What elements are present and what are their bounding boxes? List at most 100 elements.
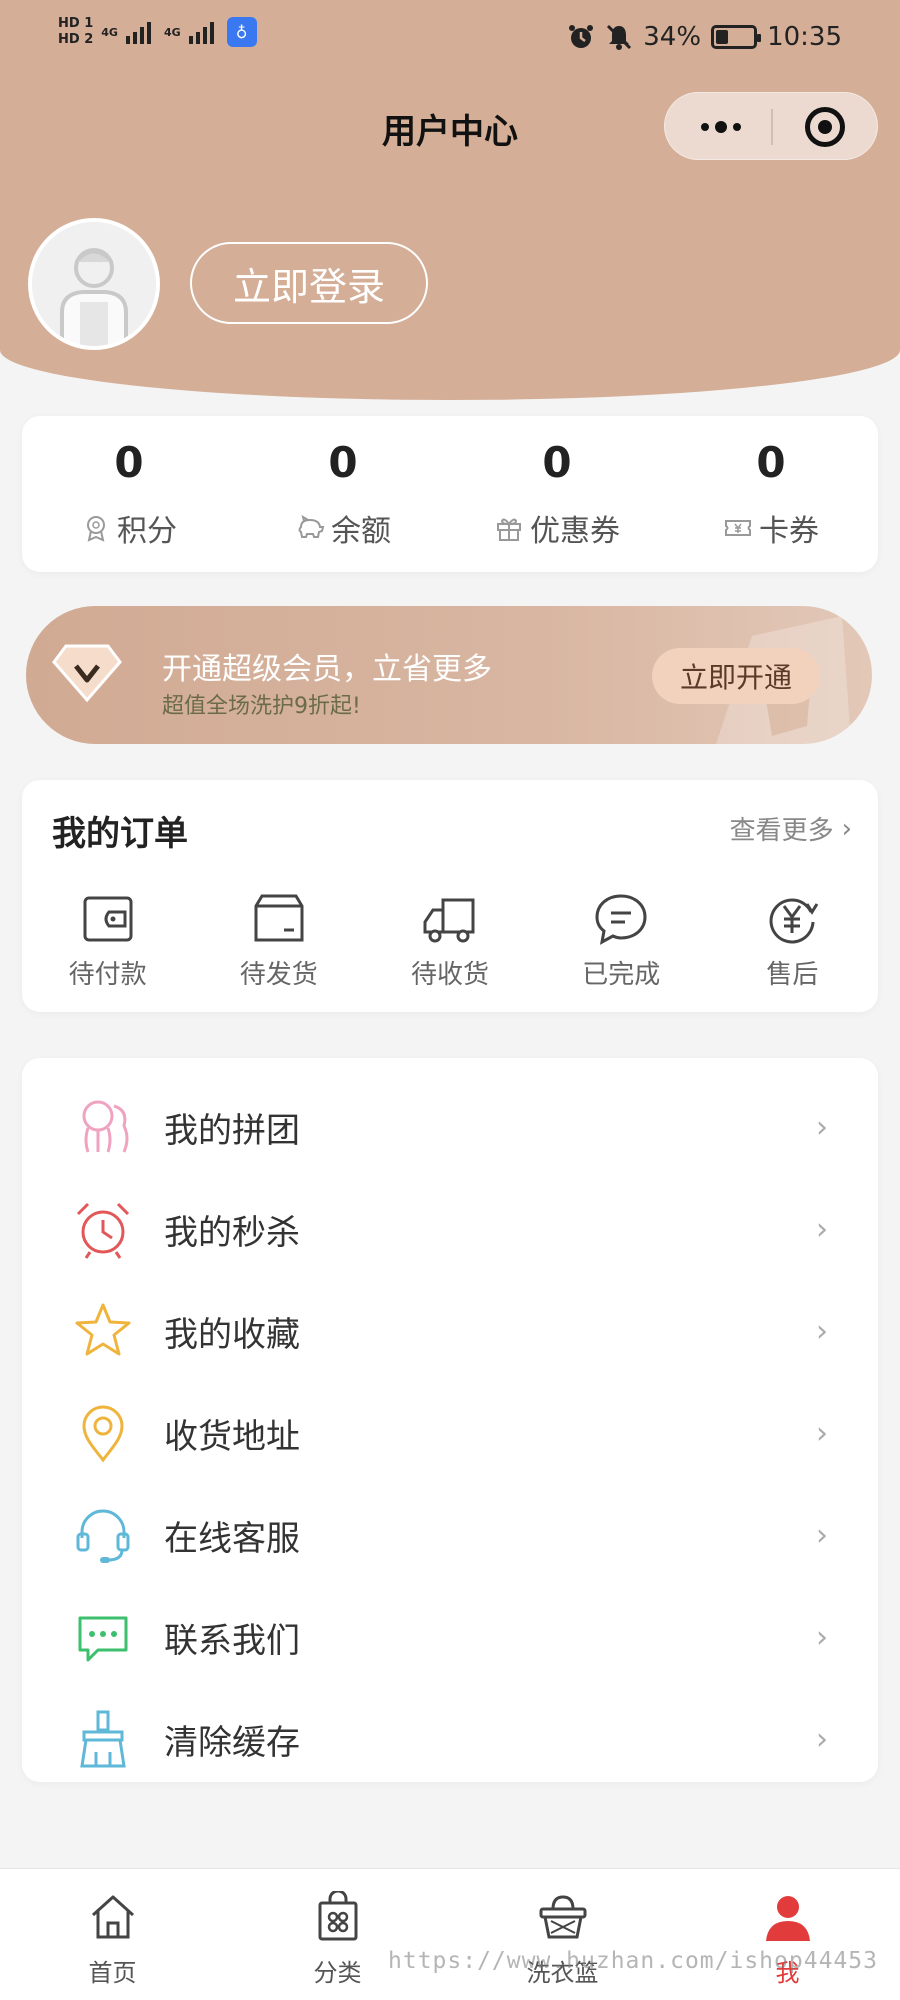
order-status-label: 待付款 <box>68 960 147 990</box>
tab-me[interactable]: 我 <box>675 1869 900 2000</box>
chevron-right-icon: › <box>816 1313 828 1349</box>
location-pin-icon <box>82 1405 124 1463</box>
vip-title: 开通超级会员，立省更多 <box>162 652 492 687</box>
order-pending-shipment[interactable]: 待发货 <box>193 890 364 991</box>
stat-label-row: 卡券 <box>723 506 819 550</box>
category-bag-icon <box>318 1891 357 1941</box>
tab-category[interactable]: 分类 <box>225 1869 450 2000</box>
group-icon <box>82 1100 129 1153</box>
order-status-label: 已完成 <box>582 960 661 990</box>
stat-label: 卡券 <box>759 514 819 549</box>
clock-time: 10:35 <box>767 22 842 52</box>
tab-home[interactable]: 首页 <box>0 1869 225 2000</box>
headset-icon <box>76 1509 130 1563</box>
menu-label: 我的拼团 <box>164 1110 300 1151</box>
gift-icon <box>497 518 521 541</box>
view-more-label: 查看更多 <box>729 816 834 846</box>
stat-value: 0 <box>542 438 572 487</box>
hd2-label: HD 2 <box>58 32 94 47</box>
menu-label: 联系我们 <box>164 1620 300 1661</box>
basket-icon <box>539 1895 586 1939</box>
broom-icon <box>80 1710 126 1768</box>
orders-view-more[interactable]: 查看更多 › <box>730 810 852 847</box>
mute-bell-icon <box>607 24 632 50</box>
wallet-icon <box>83 896 133 942</box>
status-left: HD 1 HD 2 4G 4G ♁ <box>58 16 257 48</box>
status-bar: HD 1 HD 2 4G 4G ♁ 34% 10:35 <box>0 0 900 80</box>
stat-value: 0 <box>756 438 786 487</box>
status-right: 34% 10:35 <box>567 22 842 52</box>
stat-points[interactable]: 0 积分 <box>22 416 236 572</box>
more-menu-icon[interactable] <box>691 111 751 143</box>
menu-item-flash-sale[interactable]: 我的秒杀 › <box>22 1178 878 1280</box>
yen-refresh-icon <box>769 898 819 944</box>
order-completed[interactable]: 已完成 <box>536 890 707 991</box>
menu-card: 我的拼团 › 我的秒杀 › 我的收藏 › 收货地址 › 在线客服 › 联系我们 … <box>22 1058 878 1782</box>
app-shield-icon: ♁ <box>226 17 257 47</box>
menu-item-address[interactable]: 收货地址 › <box>22 1382 878 1484</box>
chevron-right-icon: › <box>816 1415 828 1451</box>
menu-item-group-buy[interactable]: 我的拼团 › <box>22 1076 878 1178</box>
orders-title: 我的订单 <box>52 814 188 854</box>
login-button[interactable]: 立即登录 <box>190 242 428 324</box>
stat-label-row: 余额 <box>295 506 391 550</box>
chevron-right-icon: › <box>816 1721 828 1757</box>
battery-fill <box>716 30 729 44</box>
network-1-label: 4G <box>101 25 118 39</box>
hd1-label: HD 1 <box>58 16 94 31</box>
alarm-icon <box>569 25 594 48</box>
stat-coupons[interactable]: 0 优惠券 <box>450 416 664 572</box>
tab-label: 分类 <box>313 1959 362 1987</box>
menu-item-clear-cache[interactable]: 清除缓存 › <box>22 1688 878 1790</box>
chevron-right-icon: › <box>816 1619 828 1655</box>
order-status-row: 待付款 待发货 待收货 已完成 售后 <box>22 890 878 991</box>
vip-diamond-icon <box>52 644 122 703</box>
menu-label: 收货地址 <box>164 1416 300 1457</box>
vip-banner[interactable]: 开通超级会员，立省更多 超值全场洗护9折起! 立即开通 <box>26 606 872 744</box>
menu-item-customer-service[interactable]: 在线客服 › <box>22 1484 878 1586</box>
menu-label: 清除缓存 <box>164 1722 300 1763</box>
tab-laundry-basket[interactable]: 洗衣篮 <box>450 1869 675 2000</box>
signal-icon <box>125 22 151 44</box>
stat-balance[interactable]: 0 余额 <box>236 416 450 572</box>
stat-label: 余额 <box>331 514 391 549</box>
battery-icon <box>711 25 762 49</box>
signal-icon <box>188 22 214 44</box>
alarm-clock-icon <box>76 1202 130 1259</box>
order-after-sales[interactable]: 售后 <box>707 890 878 991</box>
stats-card: 0 积分 0 余额 0 优惠券 0 卡券 <box>22 416 878 572</box>
box-icon <box>254 894 304 942</box>
chevron-right-icon: › <box>816 1517 828 1553</box>
sim-indicators: HD 1 HD 2 <box>58 16 93 48</box>
vip-open-button[interactable]: 立即开通 <box>652 648 820 704</box>
stat-label-row: 积分 <box>81 506 177 550</box>
order-pending-receipt[interactable]: 待收货 <box>364 890 535 991</box>
stat-value: 0 <box>114 438 144 487</box>
chevron-right-icon: › <box>816 1211 828 1247</box>
menu-item-contact-us[interactable]: 联系我们 › <box>22 1586 878 1688</box>
avatar[interactable] <box>28 218 160 350</box>
order-pending-payment[interactable]: 待付款 <box>22 890 193 991</box>
mini-program-capsule <box>664 92 878 160</box>
stat-label: 积分 <box>117 514 177 549</box>
orders-card: 我的订单 查看更多 › 待付款 待发货 待收货 已完成 售后 <box>22 780 878 1012</box>
ticket-icon <box>725 520 751 536</box>
stat-value: 0 <box>328 438 358 487</box>
home-icon <box>91 1895 134 1939</box>
default-avatar-icon <box>32 222 156 346</box>
bottom-tab-bar: 首页 分类 洗衣篮 我 <box>0 1868 900 2000</box>
star-icon <box>75 1303 131 1356</box>
close-target-icon[interactable] <box>805 107 845 147</box>
stat-cards[interactable]: 0 卡券 <box>664 416 878 572</box>
order-status-label: 待收货 <box>411 960 490 990</box>
menu-label: 在线客服 <box>164 1518 300 1559</box>
capsule-divider <box>771 109 773 145</box>
person-icon <box>765 1896 810 1941</box>
menu-item-favorites[interactable]: 我的收藏 › <box>22 1280 878 1382</box>
stat-label: 优惠券 <box>530 514 620 549</box>
order-status-label: 售后 <box>766 960 819 990</box>
chevron-right-icon: › <box>841 813 852 844</box>
network-2-label: 4G <box>163 25 181 39</box>
order-status-label: 待发货 <box>239 960 318 990</box>
piggy-bank-icon <box>298 514 325 538</box>
